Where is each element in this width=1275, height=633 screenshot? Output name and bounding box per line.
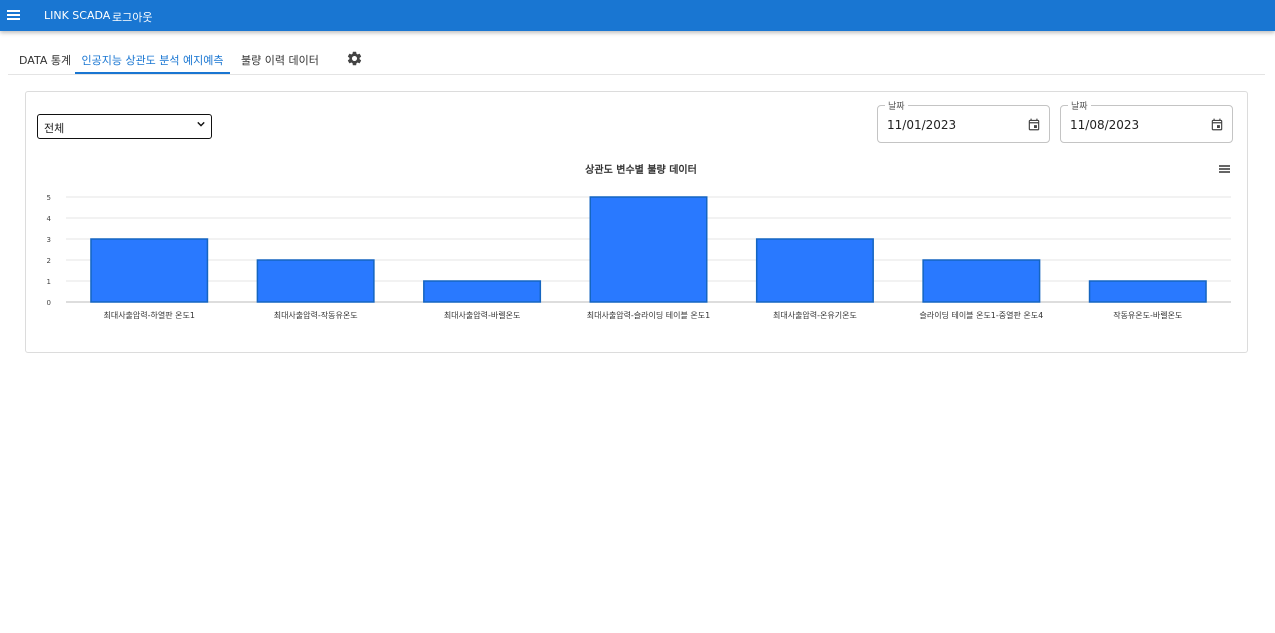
- y-tick-label: 3: [47, 236, 51, 244]
- x-tick-label: 최대사출압력-온유기온도: [773, 310, 857, 320]
- bar: [423, 280, 542, 303]
- y-tick-label: 2: [47, 257, 51, 265]
- chart-card: 전체 날짜 11/01/2023 날짜 11/08/2023 상관도 변수별 불…: [25, 91, 1248, 353]
- start-date-value: 11/01/2023: [887, 118, 957, 132]
- y-tick-label: 4: [47, 215, 52, 223]
- tab-defect-history[interactable]: 불량 이력 데이터: [241, 44, 319, 74]
- end-date-label: 날짜: [1068, 99, 1091, 112]
- start-date-field[interactable]: 날짜 11/01/2023: [877, 99, 1050, 143]
- y-tick-label: 5: [47, 194, 51, 202]
- x-tick-label: 슬라이딩 테이블 온도1-중열판 온도4: [919, 310, 1043, 320]
- gear-icon[interactable]: [346, 50, 363, 67]
- bar: [90, 238, 209, 303]
- bar: [589, 196, 708, 303]
- chevron-down-icon: [197, 121, 205, 127]
- logout-link[interactable]: 로그아웃: [112, 9, 152, 25]
- tab-ai-correlation[interactable]: 인공지능 상관도 분석 예지예측: [75, 44, 230, 74]
- x-tick-label: 최대사출압력-하열판 온도1: [103, 310, 194, 320]
- hamburger-menu-icon[interactable]: [7, 8, 21, 22]
- category-select-value: 전체: [44, 122, 65, 135]
- bar-chart: 상관도 변수별 불량 데이터 0 1 2 3 4 5 최대사출압력-하열판 온도1 최대사출압력…: [47, 163, 1231, 320]
- chart-title: 상관도 변수별 불량 데이터: [585, 163, 697, 176]
- tab-data-stats[interactable]: DATA 통계: [19, 44, 71, 74]
- bar: [256, 259, 375, 303]
- tab-bar: DATA 통계 인공지능 상관도 분석 예지예측 불량 이력 데이터: [8, 44, 1265, 75]
- y-tick-label: 0: [47, 299, 51, 307]
- end-date-value: 11/08/2023: [1070, 118, 1140, 132]
- calendar-icon[interactable]: [1027, 117, 1041, 132]
- app-bar: LINK SCADA 로그아웃: [0, 0, 1275, 31]
- category-select[interactable]: 전체: [37, 114, 212, 139]
- bar: [922, 259, 1041, 303]
- brand-link[interactable]: LINK SCADA: [44, 9, 110, 22]
- x-tick-label: 작동유온도-바렐온도: [1113, 310, 1182, 320]
- x-tick-label: 최대사출압력-바렐온도: [444, 310, 521, 320]
- bar: [1088, 280, 1207, 303]
- y-tick-label: 1: [47, 278, 51, 286]
- start-date-label: 날짜: [885, 99, 908, 112]
- bar: [755, 238, 874, 303]
- x-tick-label: 최대사출압력-작동유온도: [274, 310, 358, 320]
- end-date-field[interactable]: 날짜 11/08/2023: [1060, 99, 1233, 143]
- x-tick-label: 최대사출압력-슬라이딩 테이블 온도1: [587, 310, 710, 320]
- calendar-icon[interactable]: [1210, 117, 1224, 132]
